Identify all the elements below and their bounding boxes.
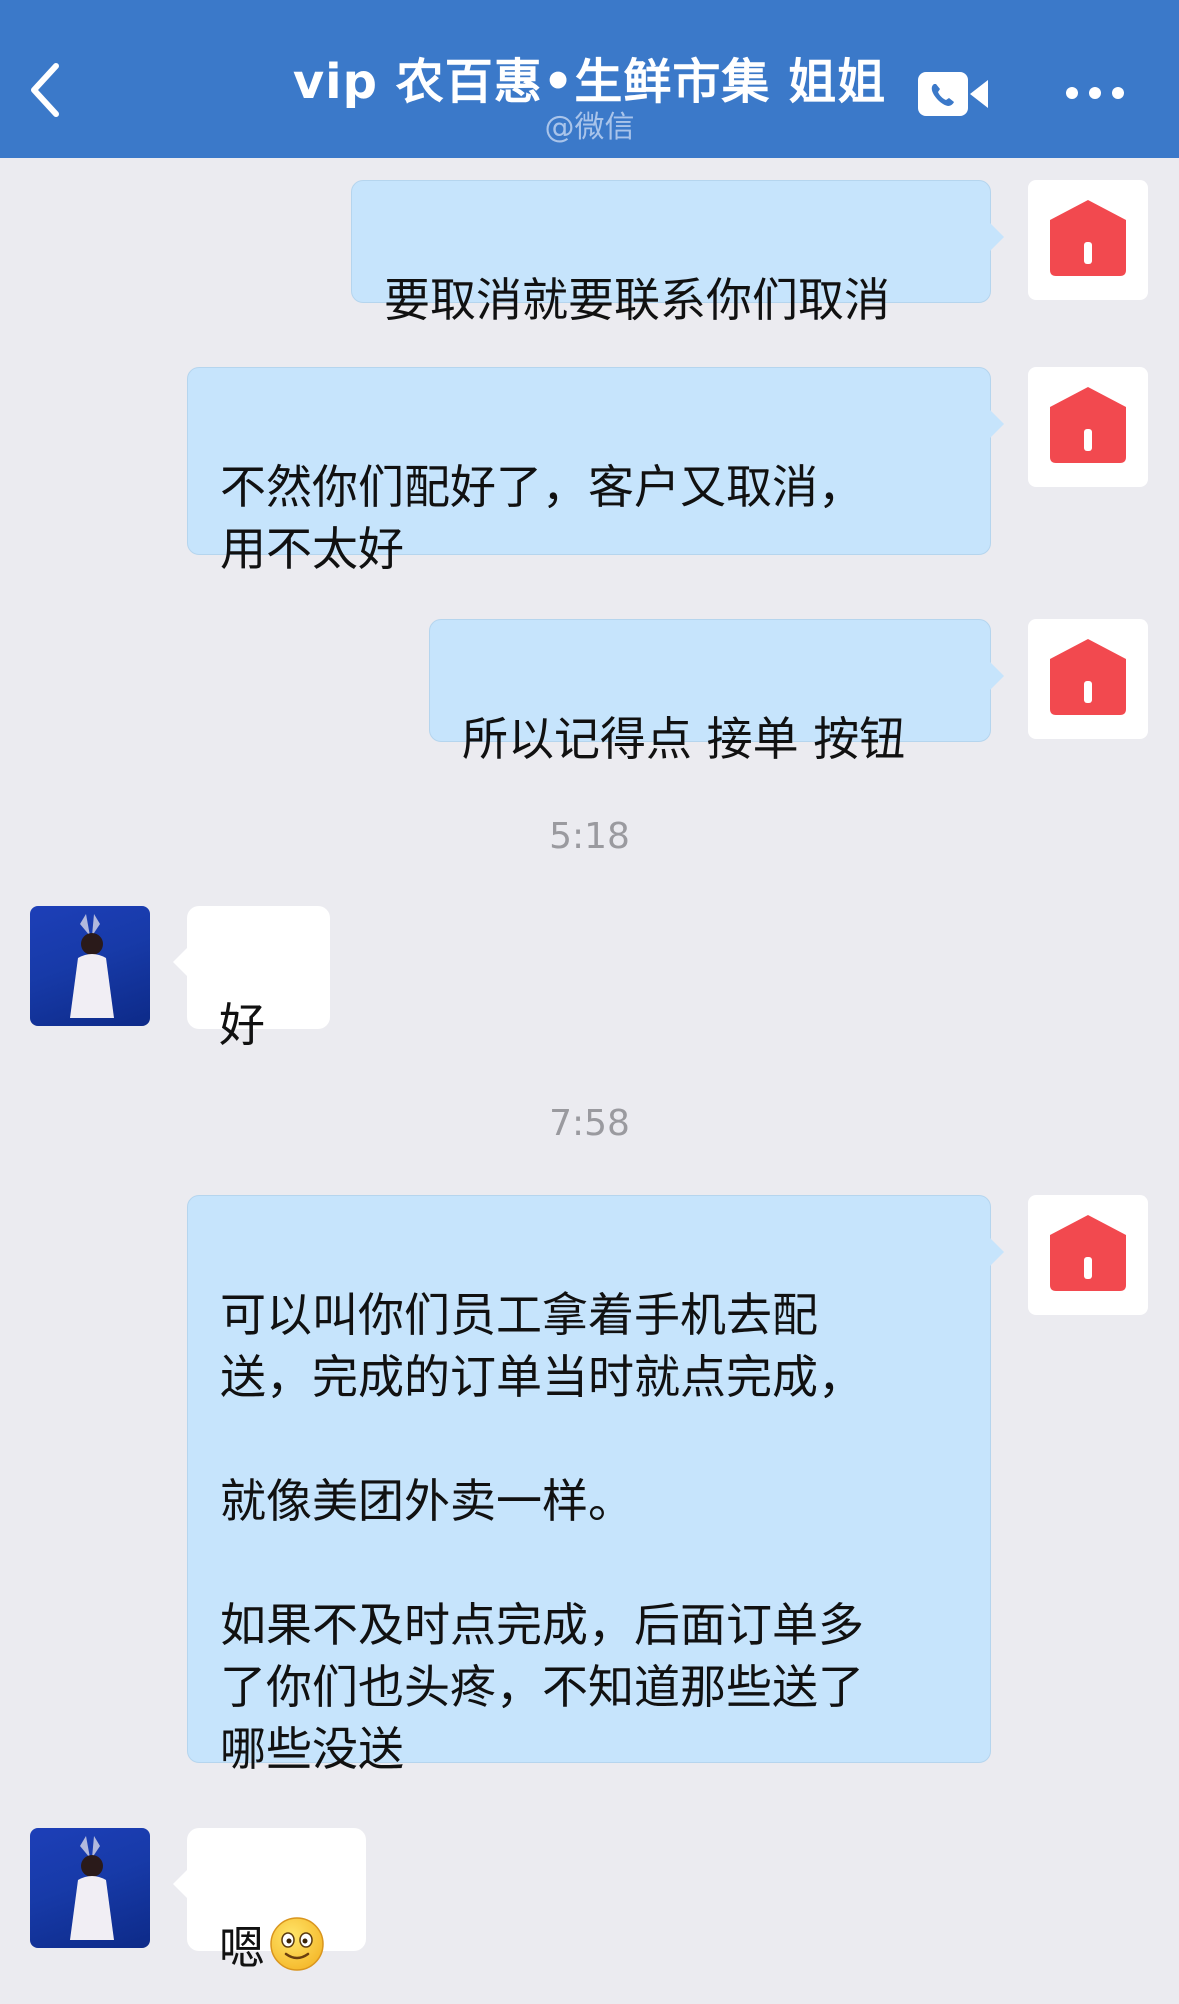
message-bubble-outgoing[interactable]: 要取消就要联系你们取消 <box>351 180 1004 327</box>
chat-header: vip 农百惠•生鲜市集 姐姐 @微信 <box>0 0 1179 158</box>
smiley-emoji-icon <box>270 1917 324 1971</box>
message-bubble-outgoing[interactable]: 所以记得点 接单 按钮 <box>429 619 1004 766</box>
store-house-icon <box>1050 387 1126 463</box>
chat-subtitle: @微信 <box>544 110 635 145</box>
timestamp: 5:18 <box>549 816 630 857</box>
store-house-icon <box>1050 1215 1126 1291</box>
message-bubble-outgoing[interactable]: 可以叫你们员工拿着手机去配 送，完成的订单当时就点完成， 就像美团外卖一样。 如… <box>187 1195 1004 1776</box>
more-dots-icon[interactable] <box>1064 82 1126 104</box>
store-avatar[interactable] <box>1028 619 1148 739</box>
message-text: 不然你们配好了，客户又取消， 用不太好 <box>220 460 864 576</box>
message-text: 可以叫你们员工拿着手机去配 送，完成的订单当时就点完成， 就像美团外卖一样。 如… <box>220 1288 864 1776</box>
timestamp: 7:58 <box>549 1103 630 1144</box>
message-text: 嗯 <box>219 1921 265 1975</box>
store-avatar[interactable] <box>1028 180 1148 300</box>
person-photo-icon <box>70 1836 114 1940</box>
message-text: 所以记得点 接单 按钮 <box>462 712 906 766</box>
contact-avatar[interactable] <box>30 906 150 1026</box>
message-text: 要取消就要联系你们取消 <box>384 273 890 327</box>
message-bubble-outgoing[interactable]: 不然你们配好了，客户又取消， 用不太好 <box>187 367 1004 576</box>
person-photo-icon <box>70 914 114 1018</box>
video-call-icon[interactable] <box>918 70 990 118</box>
message-text: 好 <box>219 998 265 1052</box>
store-avatar[interactable] <box>1028 1195 1148 1315</box>
store-avatar[interactable] <box>1028 367 1148 487</box>
contact-avatar[interactable] <box>30 1828 150 1948</box>
store-house-icon <box>1050 200 1126 276</box>
message-bubble-incoming[interactable]: 嗯 <box>173 1828 366 1975</box>
message-bubble-incoming[interactable]: 好 <box>173 906 330 1052</box>
store-house-icon <box>1050 639 1126 715</box>
